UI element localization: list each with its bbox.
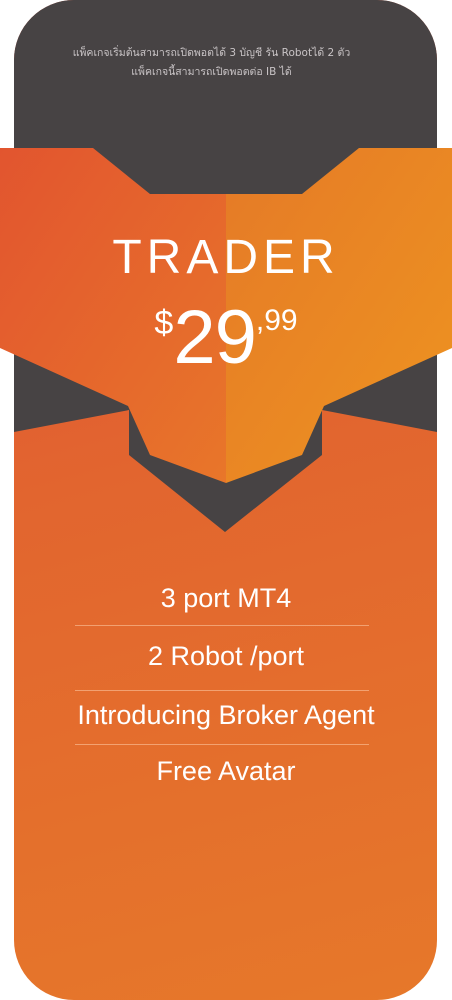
feature-item: Introducing Broker Agent bbox=[77, 700, 375, 730]
price-amount: 29 bbox=[173, 295, 257, 380]
tier-name: TRADER bbox=[112, 231, 340, 284]
feature-divider bbox=[75, 744, 369, 745]
feature-item: Free Avatar bbox=[156, 756, 296, 786]
price-currency: $ bbox=[154, 304, 174, 342]
price-banner bbox=[0, 148, 452, 483]
feature-divider bbox=[75, 690, 369, 691]
price: $29,99 bbox=[0, 300, 452, 376]
feature-divider bbox=[75, 625, 369, 626]
feature-item: 3 port MT4 bbox=[160, 583, 292, 613]
price-cents: ,99 bbox=[255, 304, 298, 337]
package-note-line: แพ็คเกจเริ่มต้นสามารถเปิดพอตได้ 3 บัญชี … bbox=[72, 47, 351, 59]
feature-item: 2 Robot /port bbox=[147, 641, 305, 671]
package-note-line: แพ็คเกจนี้สามารถเปิดพอตต่อ IB ได้ bbox=[131, 66, 292, 78]
package-note: แพ็คเกจเริ่มต้นสามารถเปิดพอตได้ 3 บัญชี … bbox=[30, 44, 393, 82]
